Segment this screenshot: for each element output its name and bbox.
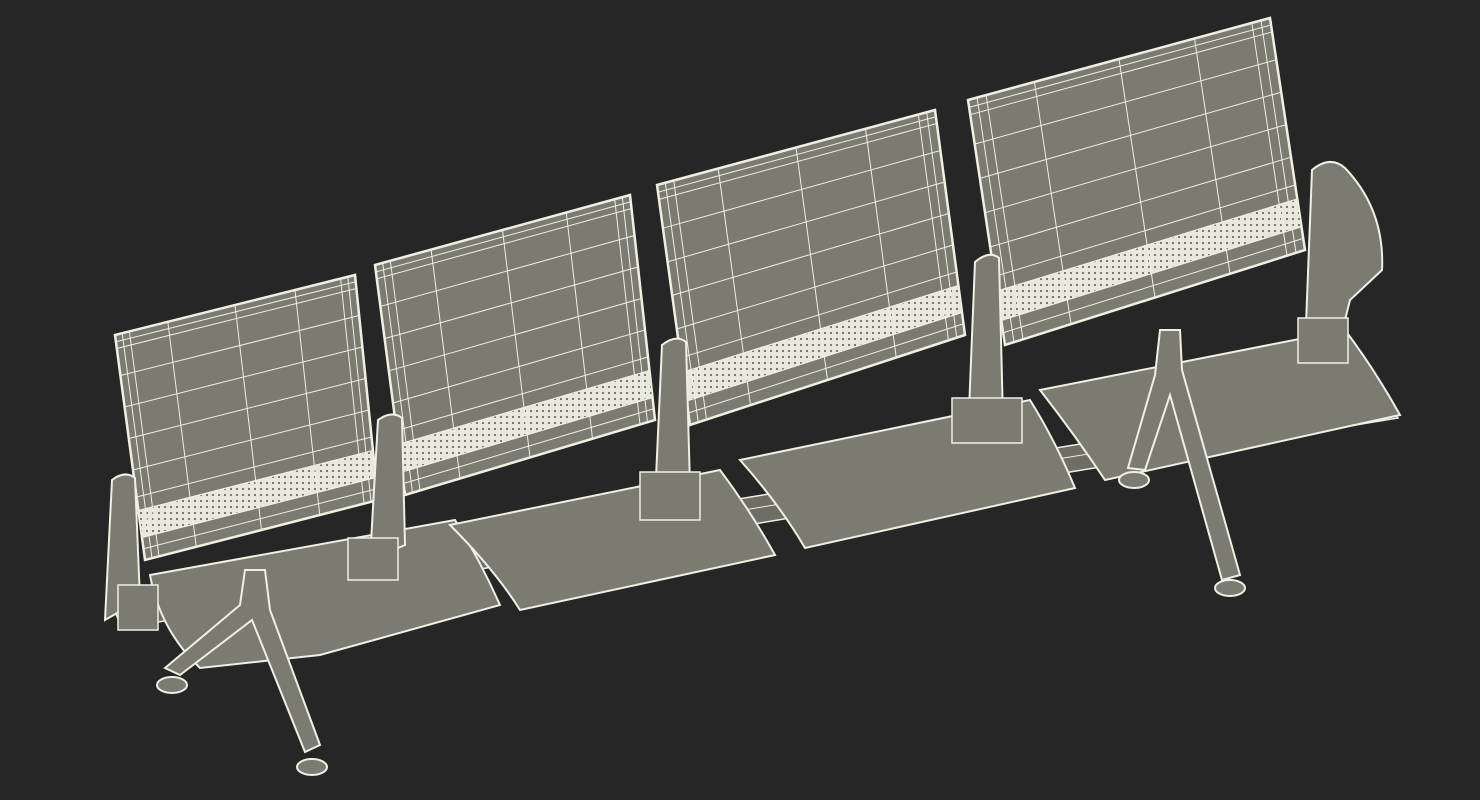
render-viewport [0, 0, 1480, 800]
bench-wireframe-model [103, 16, 1402, 776]
